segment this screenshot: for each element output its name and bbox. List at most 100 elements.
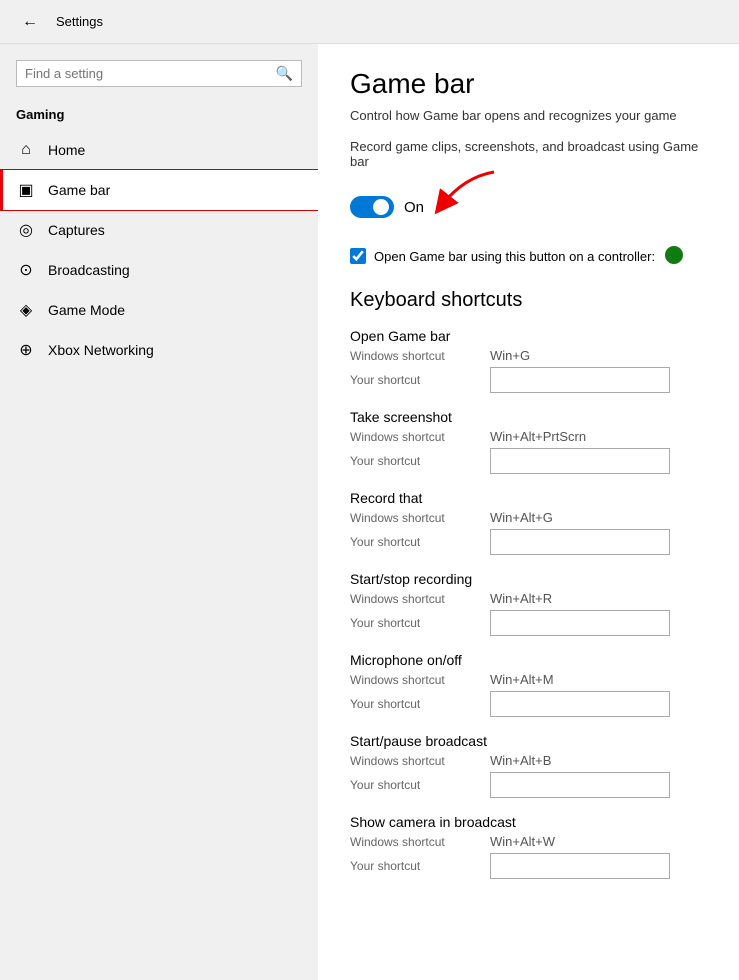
shortcut-your-input-6[interactable]: [490, 853, 670, 879]
shortcut-your-input-3[interactable]: [490, 610, 670, 636]
sidebar-items-container: ⌂ Home ▣ Game bar ◎ Captures ⊙ Broadcasting ◈ Gam…: [0, 130, 318, 370]
shortcut-action-6: Show camera in broadcast: [350, 814, 707, 830]
shortcut-your-input-2[interactable]: [490, 529, 670, 555]
shortcut-win-label-6: Windows shortcut: [350, 835, 490, 849]
search-input[interactable]: [25, 66, 276, 81]
record-clips-label: Record game clips, screenshots, and broa…: [350, 139, 707, 169]
shortcut-group-6: Show camera in broadcast Windows shortcut…: [350, 814, 707, 879]
page-title: Game bar: [350, 68, 707, 100]
shortcuts-container: Open Game barWindows shortcutWin+GYour s…: [350, 328, 707, 879]
sidebar-item-label-game-mode: Game Mode: [48, 302, 125, 318]
shortcut-group-0: Open Game barWindows shortcutWin+GYour s…: [350, 328, 707, 393]
shortcut-your-input-4[interactable]: [490, 691, 670, 717]
shortcut-win-value-3: Win+Alt+R: [490, 591, 610, 606]
shortcut-group-5: Start/pause broadcast Windows shortcutWin…: [350, 733, 707, 798]
sidebar-item-captures[interactable]: ◎ Captures: [0, 210, 318, 250]
controller-checkbox-row: Open Game bar using this button on a con…: [350, 247, 707, 265]
shortcut-win-value-1: Win+Alt+PrtScrn: [490, 429, 610, 444]
shortcut-your-input-1[interactable]: [490, 448, 670, 474]
shortcut-your-row-3: Your shortcut: [350, 610, 707, 636]
sidebar-item-label-game-bar: Game bar: [48, 182, 110, 198]
sidebar-item-label-broadcasting: Broadcasting: [48, 262, 130, 278]
sidebar-item-icon-xbox-networking: ⊕: [16, 340, 36, 360]
shortcut-action-0: Open Game bar: [350, 328, 707, 344]
shortcut-group-4: Microphone on/off Windows shortcutWin+Alt…: [350, 652, 707, 717]
shortcut-your-row-6: Your shortcut: [350, 853, 707, 879]
shortcut-win-row-6: Windows shortcutWin+Alt+W: [350, 834, 707, 849]
back-button[interactable]: ←: [16, 11, 44, 33]
shortcut-group-1: Take screenshot Windows shortcutWin+Alt+P…: [350, 409, 707, 474]
shortcut-win-row-3: Windows shortcutWin+Alt+R: [350, 591, 707, 606]
sidebar-item-icon-captures: ◎: [16, 220, 36, 240]
shortcut-win-row-5: Windows shortcutWin+Alt+B: [350, 753, 707, 768]
shortcut-your-row-1: Your shortcut: [350, 448, 707, 474]
shortcut-your-label-6: Your shortcut: [350, 859, 490, 873]
shortcut-win-row-4: Windows shortcutWin+Alt+M: [350, 672, 707, 687]
shortcut-your-label-3: Your shortcut: [350, 616, 490, 630]
sidebar-item-label-home: Home: [48, 142, 85, 158]
shortcut-your-row-2: Your shortcut: [350, 529, 707, 555]
shortcut-action-1: Take screenshot: [350, 409, 707, 425]
sidebar-item-xbox-networking[interactable]: ⊕ Xbox Networking: [0, 330, 318, 370]
shortcut-action-5: Start/pause broadcast: [350, 733, 707, 749]
shortcut-win-label-0: Windows shortcut: [350, 349, 490, 363]
shortcut-win-value-6: Win+Alt+W: [490, 834, 610, 849]
sidebar-section-label: Gaming: [0, 103, 318, 130]
shortcut-win-label-1: Windows shortcut: [350, 430, 490, 444]
toggle-label: On: [404, 199, 424, 216]
sidebar-item-icon-home: ⌂: [16, 140, 36, 160]
toggle-track: [350, 196, 394, 218]
search-icon: 🔍: [276, 65, 293, 82]
shortcut-win-value-2: Win+Alt+G: [490, 510, 610, 525]
sidebar-item-game-bar[interactable]: ▣ Game bar: [0, 170, 318, 210]
sidebar-item-game-mode[interactable]: ◈ Game Mode: [0, 290, 318, 330]
toggle-row: On: [350, 177, 707, 237]
shortcut-win-row-2: Windows shortcutWin+Alt+G: [350, 510, 707, 525]
arrow-annotation: [414, 167, 504, 227]
sidebar-item-icon-game-mode: ◈: [16, 300, 36, 320]
shortcut-win-row-0: Windows shortcutWin+G: [350, 348, 707, 363]
controller-checkbox-label: Open Game bar using this button on a con…: [374, 249, 655, 264]
shortcuts-title: Keyboard shortcuts: [350, 289, 707, 312]
shortcut-action-2: Record that: [350, 490, 707, 506]
page-subtitle: Control how Game bar opens and recognize…: [350, 108, 707, 123]
shortcut-your-label-0: Your shortcut: [350, 373, 490, 387]
sidebar-item-icon-game-bar: ▣: [16, 180, 36, 200]
shortcut-your-row-0: Your shortcut: [350, 367, 707, 393]
main-layout: 🔍 Gaming ⌂ Home ▣ Game bar ◎ Captures ⊙ Broadca…: [0, 44, 739, 980]
content-area: Game bar Control how Game bar opens and …: [318, 44, 739, 980]
shortcut-your-label-4: Your shortcut: [350, 697, 490, 711]
shortcut-your-label-2: Your shortcut: [350, 535, 490, 549]
shortcut-win-value-0: Win+G: [490, 348, 610, 363]
sidebar-item-broadcasting[interactable]: ⊙ Broadcasting: [0, 250, 318, 290]
search-box[interactable]: 🔍: [16, 60, 302, 87]
shortcut-win-label-5: Windows shortcut: [350, 754, 490, 768]
sidebar-item-label-captures: Captures: [48, 222, 105, 238]
shortcut-your-row-5: Your shortcut: [350, 772, 707, 798]
shortcut-win-row-1: Windows shortcutWin+Alt+PrtScrn: [350, 429, 707, 444]
shortcut-win-label-4: Windows shortcut: [350, 673, 490, 687]
toggle-thumb: [373, 199, 389, 215]
game-bar-toggle[interactable]: [350, 196, 394, 218]
controller-checkbox[interactable]: [350, 248, 366, 264]
shortcut-win-label-3: Windows shortcut: [350, 592, 490, 606]
shortcut-group-3: Start/stop recording Windows shortcutWin+…: [350, 571, 707, 636]
xbox-icon: [665, 246, 683, 264]
shortcut-action-3: Start/stop recording: [350, 571, 707, 587]
title-bar-label: Settings: [56, 14, 103, 29]
sidebar-item-icon-broadcasting: ⊙: [16, 260, 36, 280]
sidebar: 🔍 Gaming ⌂ Home ▣ Game bar ◎ Captures ⊙ Broadca…: [0, 44, 318, 980]
sidebar-item-home[interactable]: ⌂ Home: [0, 130, 318, 170]
title-bar: ← Settings: [0, 0, 739, 44]
shortcut-action-4: Microphone on/off: [350, 652, 707, 668]
shortcut-win-label-2: Windows shortcut: [350, 511, 490, 525]
shortcut-your-label-5: Your shortcut: [350, 778, 490, 792]
shortcut-your-input-0[interactable]: [490, 367, 670, 393]
shortcut-your-input-5[interactable]: [490, 772, 670, 798]
shortcut-win-value-5: Win+Alt+B: [490, 753, 610, 768]
sidebar-item-label-xbox-networking: Xbox Networking: [48, 342, 154, 358]
shortcut-group-2: Record thatWindows shortcutWin+Alt+GYour…: [350, 490, 707, 555]
shortcut-your-row-4: Your shortcut: [350, 691, 707, 717]
shortcut-your-label-1: Your shortcut: [350, 454, 490, 468]
shortcut-win-value-4: Win+Alt+M: [490, 672, 610, 687]
